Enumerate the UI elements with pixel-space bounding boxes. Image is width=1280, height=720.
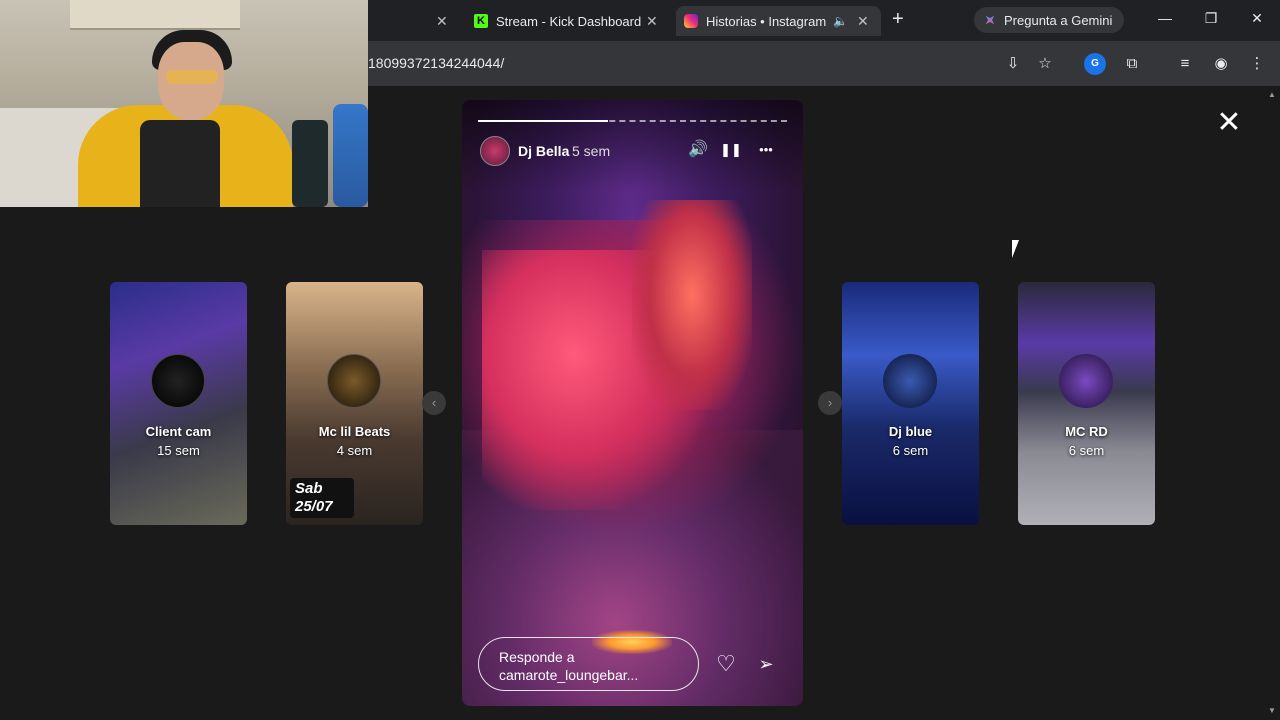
story-preview-mc-lil-beats[interactable]: Mc lil Beats 4 sem Sab 25/07 bbox=[286, 282, 423, 525]
avatar bbox=[151, 354, 205, 408]
tab-title: Historias • Instagram bbox=[706, 13, 827, 29]
like-heart-icon[interactable]: ♡ bbox=[713, 651, 739, 677]
menu-icon[interactable]: ⋮ bbox=[1246, 53, 1268, 75]
scroll-up-icon[interactable]: ▲ bbox=[1268, 90, 1276, 99]
pause-icon[interactable]: ❚❚ bbox=[719, 138, 743, 162]
extension-g-icon[interactable]: G bbox=[1084, 53, 1106, 75]
story-author-name[interactable]: Dj Bella bbox=[518, 143, 569, 159]
tab-close-button[interactable]: ✕ bbox=[430, 6, 455, 36]
minimize-button[interactable]: — bbox=[1155, 10, 1175, 26]
next-story-button[interactable]: › bbox=[818, 391, 842, 415]
scrollbar[interactable]: ▲ ▼ bbox=[1265, 86, 1280, 720]
tab-instagram-stories[interactable]: Historias • Instagram 🔈 ✕ bbox=[676, 6, 881, 36]
sound-icon[interactable]: 🔊 bbox=[686, 138, 710, 162]
reply-input[interactable]: Responde a camarote_loungebar... bbox=[478, 637, 699, 691]
story-preview-client-cam[interactable]: Client cam 15 sem bbox=[110, 282, 247, 525]
restore-button[interactable]: ❐ bbox=[1201, 10, 1221, 27]
story-preview-dj-blue[interactable]: Dj blue 6 sem bbox=[842, 282, 979, 525]
mouse-cursor bbox=[1012, 240, 1019, 258]
media-control-icon[interactable]: ≡ bbox=[1174, 53, 1196, 75]
kick-icon: K bbox=[474, 14, 488, 28]
speaker-icon[interactable]: 🔈 bbox=[833, 14, 848, 28]
address-bar[interactable]: 18099372134244044/ bbox=[368, 55, 504, 71]
story-progress-fill bbox=[478, 120, 608, 122]
instagram-icon bbox=[684, 14, 698, 28]
gemini-button[interactable]: Pregunta a Gemini bbox=[974, 7, 1124, 33]
webcam-overlay bbox=[0, 0, 368, 207]
story-preview-mc-rd[interactable]: MC RD 6 sem bbox=[1018, 282, 1155, 525]
date-badge: Sab 25/07 bbox=[290, 478, 354, 518]
bookmark-star-icon[interactable]: ☆ bbox=[1034, 53, 1056, 75]
tab-title: Stream - Kick Dashboard bbox=[496, 13, 642, 29]
extensions-icon[interactable]: ⧉ bbox=[1121, 53, 1143, 75]
avatar bbox=[327, 354, 381, 408]
window-close-button[interactable]: ✕ bbox=[1247, 10, 1267, 27]
scroll-down-icon[interactable]: ▼ bbox=[1268, 706, 1276, 715]
new-tab-button[interactable]: + bbox=[892, 8, 904, 31]
tab-close-button[interactable]: ✕ bbox=[857, 13, 869, 30]
story-author-avatar[interactable] bbox=[480, 136, 510, 166]
install-app-icon[interactable]: ⇩ bbox=[1002, 53, 1024, 75]
story-age: 5 sem bbox=[572, 143, 611, 159]
close-viewer-button[interactable]: ✕ bbox=[1213, 107, 1245, 139]
tab-kick-dashboard[interactable]: K Stream - Kick Dashboard ✕ bbox=[466, 6, 671, 36]
gemini-icon bbox=[982, 12, 999, 29]
share-icon[interactable]: ➢ bbox=[753, 651, 779, 677]
profile-icon[interactable]: ◉ bbox=[1210, 53, 1232, 75]
avatar bbox=[883, 354, 937, 408]
avatar bbox=[1059, 354, 1113, 408]
tab-close-button[interactable]: ✕ bbox=[646, 13, 658, 30]
previous-story-button[interactable]: ‹ bbox=[422, 391, 446, 415]
active-story[interactable]: Dj Bella 5 sem 🔊 ❚❚ ••• Responde a camar… bbox=[462, 100, 803, 706]
more-options-icon[interactable]: ••• bbox=[754, 138, 778, 162]
